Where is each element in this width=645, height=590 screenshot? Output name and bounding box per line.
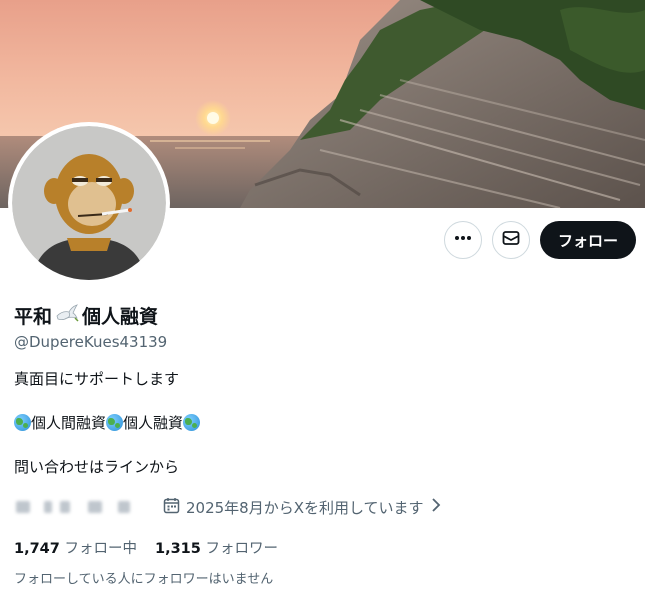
following-count: 1,747 [14,541,60,557]
calendar-icon [163,497,180,518]
following-link[interactable]: 1,747 フォロー中 [14,537,137,558]
profile-name-part2: 個人融資 [82,306,159,328]
following-label: フォロー中 [64,541,137,557]
joined-date[interactable]: 2025年8月からXを利用しています [163,497,442,518]
follow-button[interactable]: フォロー [539,221,636,259]
more-icon [453,228,473,252]
followers-count: 1,315 [154,541,201,557]
message-button[interactable] [491,221,530,259]
profile-name-part1: 平和 [14,306,53,328]
dove-icon [55,302,79,329]
bio-line-2b: 個人融資 [123,414,184,432]
profile-actions: フォロー [443,221,636,259]
bio-line-1: 真面目にサポートします [14,370,180,388]
profile-stats: 1,747 フォロー中 1,315 フォロワー [14,537,278,558]
followers-label: フォロワー [205,541,278,557]
redacted-info [14,496,149,518]
profile-avatar[interactable] [12,126,166,280]
chevron-right-icon [430,497,442,517]
globe-icon [14,414,31,431]
mail-icon [501,228,521,252]
joined-text: 2025年8月からXを利用しています [186,498,424,517]
globe-icon [183,414,201,431]
profile-name: 平和 個人融資 [14,302,158,329]
more-button[interactable] [443,221,482,259]
bio-line-2a: 個人間融資 [31,414,107,432]
profile-handle: @DupereKues43139 [14,333,168,351]
bio-line-3: 問い合わせはラインから [14,458,180,476]
globe-icon [106,414,124,431]
profile-bio: 真面目にサポートします 個人間融資 個人融資 問い合わせはラインから [14,368,201,478]
followers-link[interactable]: 1,315 フォロワー [155,537,278,558]
bio-line-2: 個人間融資 個人融資 [14,412,201,434]
mutual-followers-note: フォローしている人にフォロワーはいません [14,572,274,587]
profile-meta: 2025年8月からXを利用しています [14,496,442,518]
